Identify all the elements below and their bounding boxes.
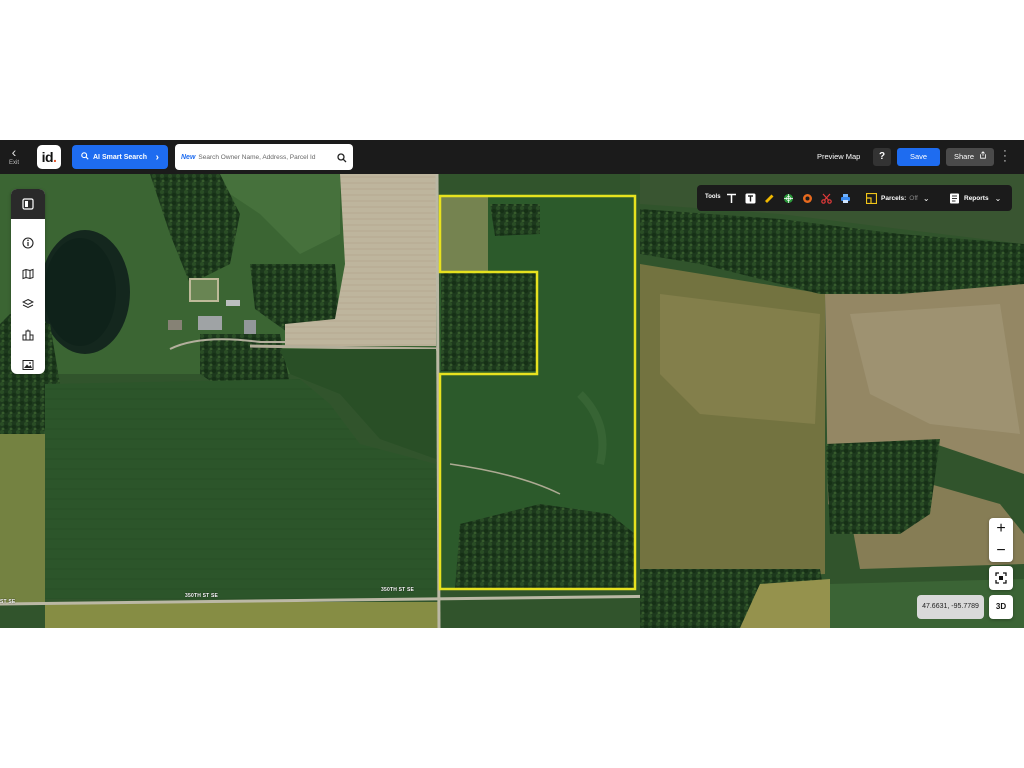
- new-badge: New: [181, 153, 196, 161]
- satellite-map[interactable]: 350TH ST SE 350TH ST SE ST SE mapbox: [0, 174, 1024, 628]
- panel-icon: [22, 198, 34, 210]
- parcel-icon: [866, 192, 877, 204]
- exit-button[interactable]: ‹ Exit: [4, 144, 24, 172]
- print-tool-button[interactable]: [837, 190, 853, 206]
- sidebar-item-buildings[interactable]: [11, 320, 45, 350]
- share-button[interactable]: Share: [946, 148, 994, 166]
- focus-icon: [995, 572, 1007, 584]
- zoom-controls: + −: [989, 518, 1013, 562]
- text-icon: [726, 193, 736, 203]
- chevron-left-icon: ‹: [11, 144, 17, 160]
- info-icon: [22, 237, 34, 249]
- zoom-out-button[interactable]: −: [989, 540, 1013, 562]
- search-input[interactable]: [198, 153, 339, 161]
- share-icon: [979, 151, 987, 161]
- sidebar-item-image[interactable]: [11, 350, 45, 380]
- app-window: ‹ Exit id. AI Smart Search › New Preview…: [0, 140, 1024, 628]
- scissors-icon: [820, 193, 832, 204]
- more-options-icon[interactable]: · · ·: [1001, 146, 1009, 167]
- exit-label: Exit: [8, 160, 19, 166]
- share-label: Share: [954, 152, 975, 161]
- parcels-state: Off: [909, 194, 918, 202]
- logo-text: id: [41, 149, 54, 165]
- sidebar-item-layers[interactable]: [11, 289, 45, 319]
- parcels-toggle[interactable]: Parcels: Off ⌄: [866, 191, 930, 205]
- report-icon: [950, 193, 959, 203]
- measure-tool-button[interactable]: [761, 190, 777, 206]
- coordinates-readout: 47.6631, -95.7789: [917, 595, 984, 619]
- 3d-toggle-button[interactable]: 3D: [989, 595, 1013, 619]
- logo-dot-icon: .: [53, 149, 57, 165]
- app-logo[interactable]: id.: [37, 145, 61, 169]
- road-label: ST SE: [0, 599, 16, 605]
- ai-smart-search-button[interactable]: AI Smart Search ›: [72, 145, 168, 169]
- parcels-label: Parcels:: [881, 194, 907, 202]
- text-tool-button[interactable]: [723, 190, 739, 206]
- chevron-down-icon: ⌄: [922, 193, 930, 203]
- search-icon[interactable]: [337, 150, 347, 168]
- sidebar-item-info[interactable]: [11, 228, 45, 258]
- help-button[interactable]: ?: [873, 148, 891, 166]
- radius-tool-button[interactable]: [799, 190, 815, 206]
- reports-dropdown[interactable]: Reports ⌄: [949, 191, 1001, 205]
- chevron-down-icon: ⌄: [994, 193, 1002, 203]
- left-sidebar: [11, 189, 45, 374]
- search-icon: [81, 152, 89, 162]
- buildings-icon: [22, 329, 34, 341]
- sidebar-item-map[interactable]: [11, 259, 45, 289]
- recenter-button[interactable]: [989, 566, 1013, 590]
- reports-label: Reports: [964, 194, 989, 202]
- label-tool-button[interactable]: [742, 190, 758, 206]
- road-label: 350TH ST SE: [185, 593, 219, 599]
- cut-tool-button[interactable]: [818, 190, 834, 206]
- map-icon: [22, 268, 34, 280]
- map-canvas[interactable]: [0, 174, 1024, 628]
- chevron-right-icon: ›: [155, 151, 159, 163]
- radius-icon: [802, 193, 812, 203]
- text-box-icon: [745, 193, 755, 203]
- sidebar-item-panel[interactable]: [11, 189, 45, 219]
- tools-toolbar: Tools Parcels: Off ⌄ Reports ⌄: [697, 185, 1012, 211]
- save-button[interactable]: Save: [897, 148, 940, 166]
- top-bar: ‹ Exit id. AI Smart Search › New Preview…: [0, 140, 1024, 174]
- zoom-in-button[interactable]: +: [989, 518, 1013, 540]
- printer-icon: [840, 193, 850, 203]
- draw-area-tool-button[interactable]: [780, 190, 796, 206]
- preview-map-button[interactable]: Preview Map: [817, 152, 860, 161]
- ai-smart-search-label: AI Smart Search: [93, 153, 148, 161]
- image-icon: [22, 360, 34, 370]
- layers-icon: [22, 298, 34, 309]
- ruler-icon: [764, 194, 773, 203]
- search-bar[interactable]: New: [175, 144, 353, 170]
- road-label: 350TH ST SE: [381, 587, 415, 593]
- tools-label: Tools: [705, 194, 721, 200]
- globe-icon: [783, 193, 793, 203]
